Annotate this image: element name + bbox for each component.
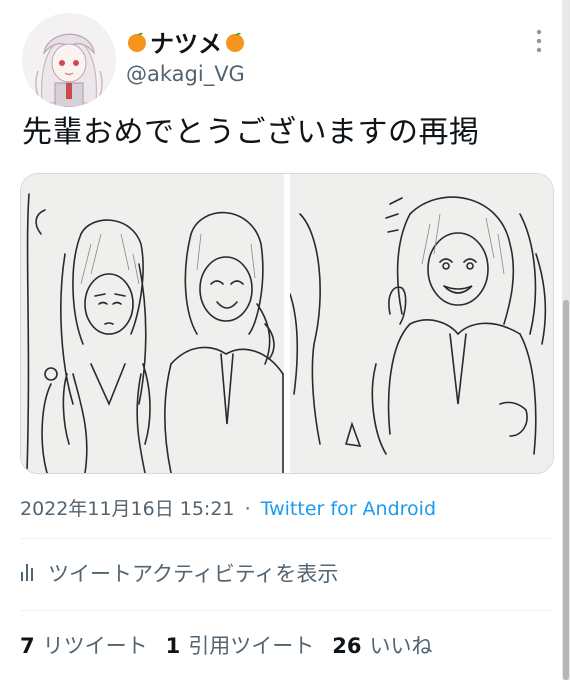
display-name[interactable]: ナツメ (126, 24, 246, 59)
user-handle[interactable]: @akagi_VG (126, 62, 245, 86)
media-image-1[interactable] (21, 174, 284, 473)
sketch-two-girls-image (21, 174, 284, 473)
orange-emoji-icon (224, 31, 246, 53)
more-options-icon[interactable] (530, 28, 548, 54)
retweets-label: リツイート (42, 634, 148, 658)
display-name-text: ナツメ (150, 30, 222, 58)
timestamp[interactable]: 2022年11月16日 15:21 (20, 498, 235, 520)
quotes-count: 1 (165, 634, 181, 658)
scrollbar-thumb[interactable] (563, 300, 569, 680)
tweet-stats: 7 リツイート 1 引用ツイート 26 いいね (20, 630, 432, 660)
tweet-activity-label: ツイートアクティビティを表示 (48, 562, 339, 586)
sketch-smiling-character-image (289, 174, 553, 473)
media-image-2[interactable] (289, 174, 553, 473)
likes-count: 26 (332, 634, 362, 658)
likes-stat[interactable]: 26 いいね (332, 630, 432, 660)
tweet-activity-link[interactable]: ツイートアクティビティを表示 (20, 558, 338, 588)
source-link[interactable]: Twitter for Android (261, 498, 436, 520)
quotes-stat[interactable]: 1 引用ツイート (166, 630, 315, 660)
avatar[interactable] (22, 13, 116, 107)
avatar-illustration (22, 13, 116, 107)
orange-emoji-icon (126, 31, 148, 53)
tweet-meta: 2022年11月16日 15:21 · Twitter for Android (20, 494, 436, 521)
meta-separator: · (244, 498, 251, 520)
retweets-count: 7 (20, 634, 35, 658)
bar-chart-icon (20, 560, 36, 587)
divider (20, 610, 552, 611)
media-grid (20, 173, 554, 474)
retweets-stat[interactable]: 7 リツイート (20, 630, 148, 660)
quotes-label: 引用ツイート (188, 634, 315, 658)
divider (20, 538, 552, 539)
tweet-text: 先輩おめでとうございますの再掲 (22, 115, 480, 150)
likes-label: いいね (369, 634, 433, 658)
